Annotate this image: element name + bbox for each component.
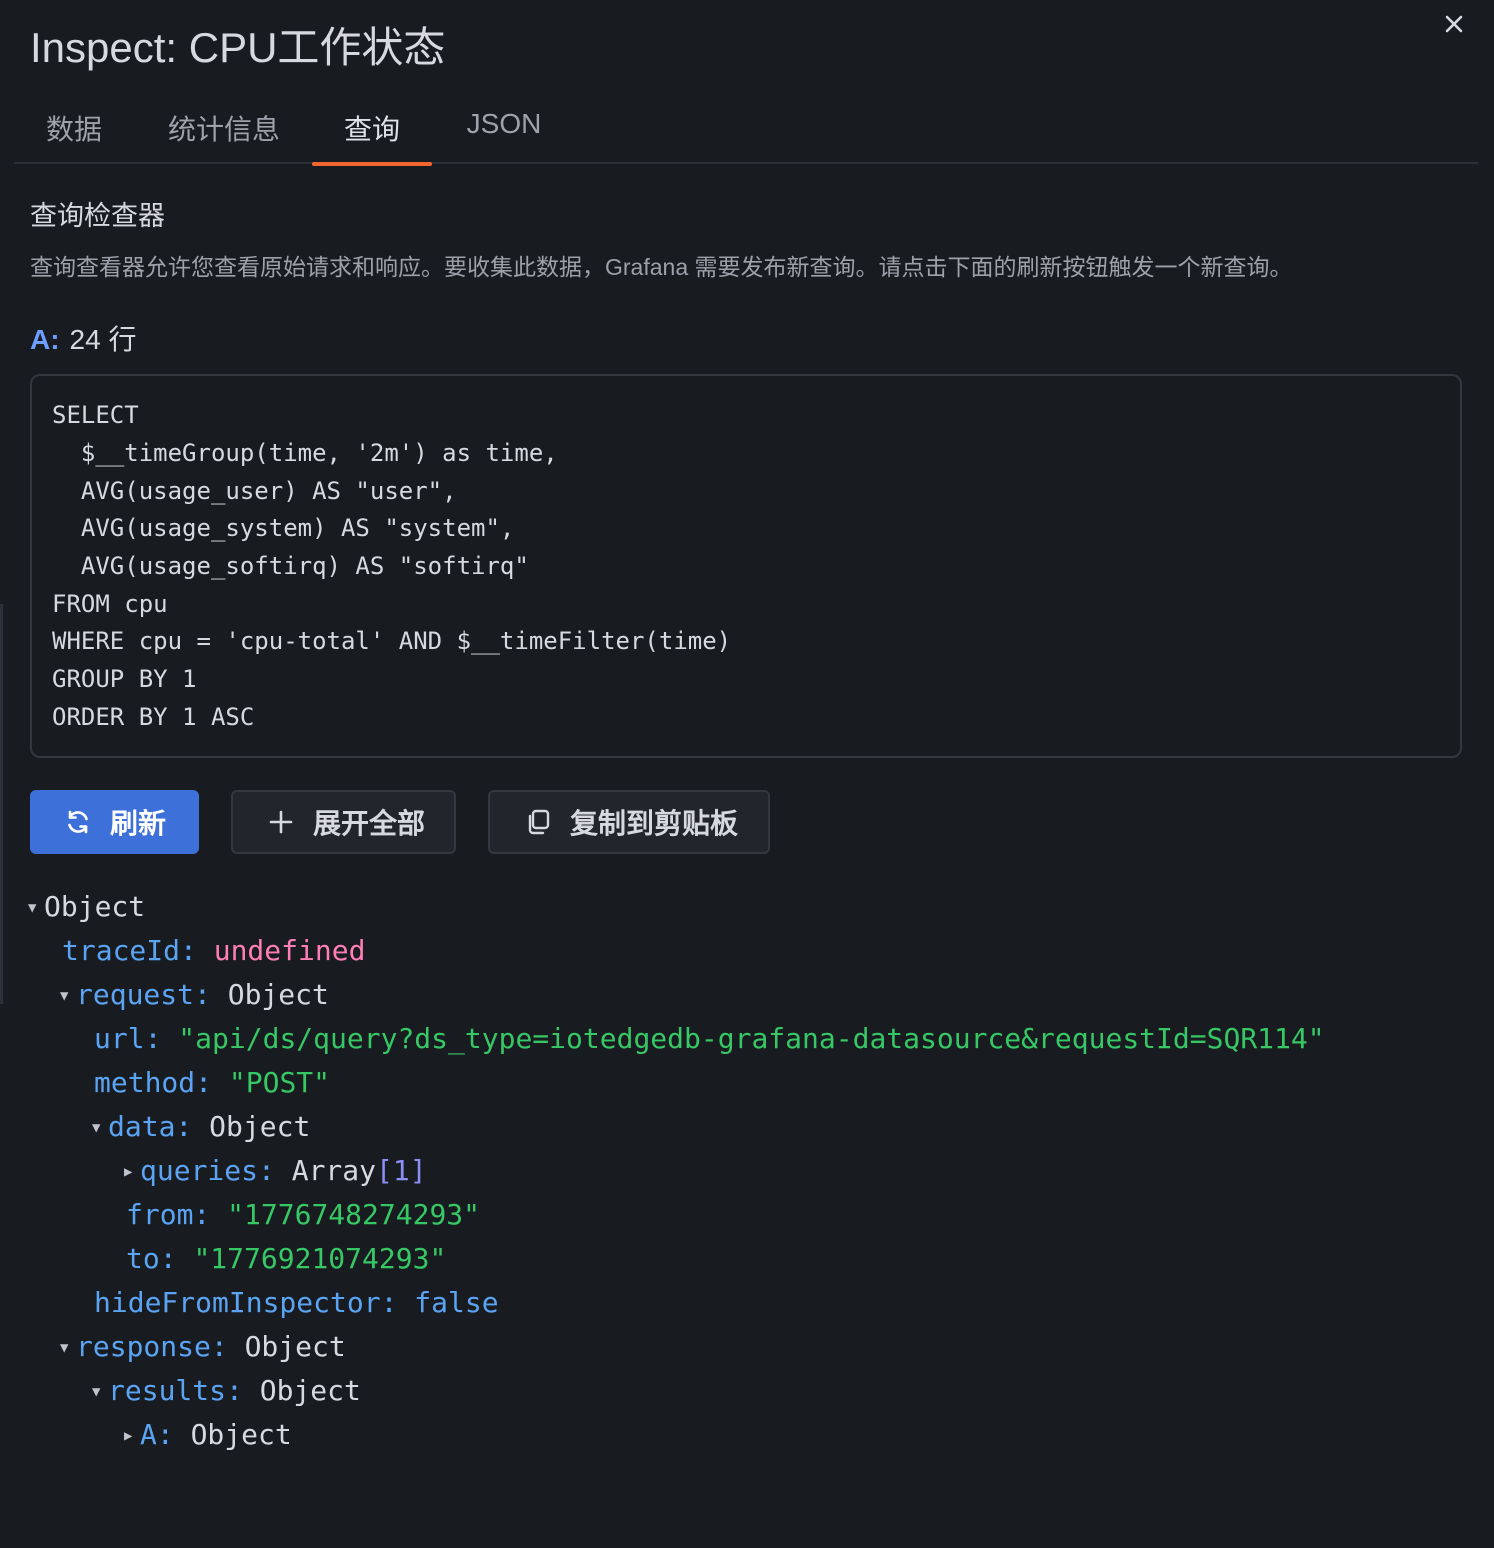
refresh-button-label: 刷新 xyxy=(110,808,167,839)
tab-stats[interactable]: 统计信息 xyxy=(152,98,296,164)
caret-down-icon: ▼ xyxy=(92,1120,101,1136)
tree-value: "1776921074293" xyxy=(193,1242,447,1275)
query-inspector-title: 查询检查器 xyxy=(30,201,165,231)
query-ref-id: A: xyxy=(30,324,60,355)
close-icon xyxy=(1445,15,1463,33)
tree-node-to: to: "1776921074293" xyxy=(126,1241,446,1277)
drawer-title: Inspect: CPU工作状态 xyxy=(30,24,446,71)
tree-key: data: xyxy=(108,1110,193,1143)
tree-value: "POST" xyxy=(228,1066,331,1099)
refresh-button[interactable]: 刷新 xyxy=(30,790,199,854)
tree-node-results[interactable]: ▼ results: Object xyxy=(92,1373,361,1410)
tree-node-from: from: "1776748274293" xyxy=(126,1197,480,1233)
tree-node-response[interactable]: ▼ response: Object xyxy=(60,1329,346,1366)
sql-line: GROUP BY 1 xyxy=(52,665,197,693)
copy-to-clipboard-button-label: 复制到剪贴板 xyxy=(570,808,739,839)
copy-icon xyxy=(524,808,552,836)
tree-value: "api/ds/query?ds_type=iotedgedb-grafana-… xyxy=(178,1022,1325,1055)
tree-value: undefined xyxy=(213,934,366,967)
expand-all-button-label: 展开全部 xyxy=(313,808,426,839)
tree-key: queries: xyxy=(140,1154,275,1187)
sql-line: AVG(usage_system) AS "system", xyxy=(52,514,515,542)
tree-key: traceId: xyxy=(62,934,197,967)
tree-value: Object xyxy=(227,978,329,1011)
sync-icon xyxy=(64,808,92,836)
tree-key: to: xyxy=(126,1242,177,1275)
tree-node-method: method: "POST" xyxy=(94,1065,330,1101)
tab-label: 统计信息 xyxy=(167,114,280,145)
sql-line: AVG(usage_softirq) AS "softirq" xyxy=(52,552,529,580)
sql-line: WHERE cpu = 'cpu-total' AND $__timeFilte… xyxy=(52,627,732,655)
caret-right-icon: ▶ xyxy=(124,1164,133,1180)
tree-value: false xyxy=(414,1286,499,1319)
tree-key: results: xyxy=(108,1374,243,1407)
caret-down-icon: ▼ xyxy=(60,988,69,1004)
tab-json[interactable]: JSON xyxy=(454,98,554,164)
caret-down-icon: ▼ xyxy=(92,1384,101,1400)
tree-value: Object xyxy=(259,1374,361,1407)
tree-value: Object xyxy=(44,890,146,923)
tree-node-hide-from-inspector: hideFromInspector: false xyxy=(94,1285,499,1321)
caret-down-icon: ▼ xyxy=(60,1340,69,1356)
sql-line: AVG(usage_user) AS "user", xyxy=(52,477,457,505)
tree-key: request: xyxy=(76,978,211,1011)
sql-line: $__timeGroup(time, '2m') as time, xyxy=(52,439,558,467)
tree-node-data[interactable]: ▼ data: Object xyxy=(92,1109,310,1146)
tree-node-url: url: "api/ds/query?ds_type=iotedgedb-gra… xyxy=(94,1021,1325,1057)
tree-key: hideFromInspector: xyxy=(94,1286,398,1319)
tree-value: Object xyxy=(244,1330,346,1363)
tree-node-root[interactable]: ▼ Object xyxy=(28,889,145,926)
inspect-tabs: 数据 统计信息 查询 JSON xyxy=(14,98,1478,166)
tab-label: 数据 xyxy=(45,114,102,145)
plus-icon xyxy=(267,808,295,836)
query-summary: A: 24 行 xyxy=(30,318,136,358)
tree-value: Array xyxy=(291,1154,377,1187)
sql-line: SELECT xyxy=(52,401,139,429)
sql-code-block[interactable]: SELECT $__timeGroup(time, '2m') as time,… xyxy=(30,374,1462,758)
tab-label: 查询 xyxy=(343,114,400,145)
tree-node-queries[interactable]: ▶ queries: Array[1] xyxy=(124,1153,427,1190)
tree-array-count: [1] xyxy=(376,1154,427,1187)
sql-line: ORDER BY 1 ASC xyxy=(52,703,255,731)
panel-edge-divider xyxy=(0,604,3,1004)
query-row-count: 24 行 xyxy=(69,324,137,355)
sql-line: FROM cpu xyxy=(52,590,168,618)
caret-down-icon: ▼ xyxy=(28,900,37,916)
tree-node-request[interactable]: ▼ request: Object xyxy=(60,977,329,1014)
tab-data[interactable]: 数据 xyxy=(32,98,116,164)
tree-value: "1776748274293" xyxy=(227,1198,481,1231)
expand-all-button[interactable]: 展开全部 xyxy=(231,790,456,854)
tree-key: response: xyxy=(76,1330,228,1363)
tree-key: from: xyxy=(126,1198,211,1231)
query-inspector-description: 查询查看器允许您查看原始请求和响应。要收集此数据，Grafana 需要发布新查询… xyxy=(30,254,1293,280)
tree-value: Object xyxy=(190,1418,292,1451)
tree-key: method: xyxy=(94,1066,213,1099)
tree-node-a[interactable]: ▶ A: Object xyxy=(124,1417,292,1454)
tab-query[interactable]: 查询 xyxy=(312,98,432,166)
tree-value: Object xyxy=(209,1110,311,1143)
tree-key: url: xyxy=(94,1022,162,1055)
caret-right-icon: ▶ xyxy=(124,1428,133,1444)
tree-key: A: xyxy=(140,1418,174,1451)
close-button[interactable] xyxy=(1436,6,1472,42)
tree-node-trace-id: traceId: undefined xyxy=(62,933,365,969)
copy-to-clipboard-button[interactable]: 复制到剪贴板 xyxy=(488,790,770,854)
tab-label: JSON xyxy=(466,108,542,139)
